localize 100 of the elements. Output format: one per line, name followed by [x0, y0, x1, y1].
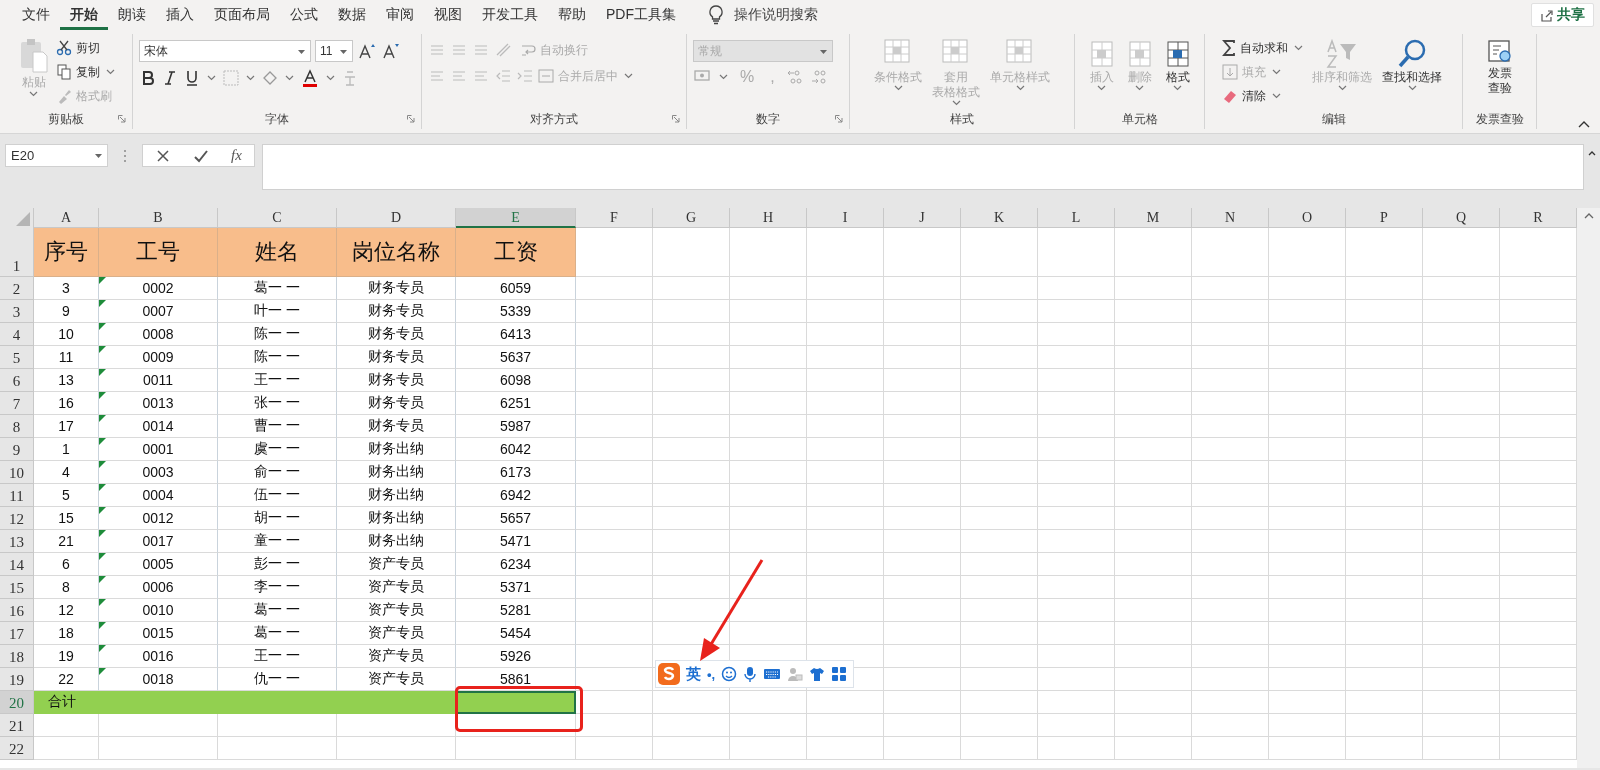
chevron-down-icon[interactable]: [29, 91, 38, 97]
share-button[interactable]: 共享: [1531, 3, 1594, 27]
autosum-button[interactable]: 自动求和: [1222, 38, 1305, 58]
column-header[interactable]: J: [884, 208, 961, 228]
row-header[interactable]: 20: [0, 691, 34, 714]
chevron-down-icon[interactable]: [285, 75, 294, 81]
column-header[interactable]: I: [807, 208, 884, 228]
row-header[interactable]: 19: [0, 668, 34, 691]
dropdown-arrow-icon[interactable]: [298, 50, 305, 54]
ribbon-tab[interactable]: 公式: [280, 0, 328, 30]
chevron-down-icon[interactable]: [246, 75, 255, 81]
column-header[interactable]: O: [1269, 208, 1346, 228]
close-icon[interactable]: [155, 147, 171, 164]
chevron-down-icon[interactable]: [326, 75, 335, 81]
punctuation-button[interactable]: •,: [707, 666, 716, 682]
column-header[interactable]: L: [1038, 208, 1115, 228]
drag-handle-icon[interactable]: [122, 148, 128, 164]
clear-button[interactable]: 清除: [1222, 86, 1305, 106]
search-field[interactable]: 操作说明搜索: [734, 6, 818, 24]
row-header[interactable]: 10: [0, 461, 34, 484]
row-header[interactable]: 22: [0, 737, 34, 760]
chevron-down-icon[interactable]: [1337, 85, 1347, 91]
column-header[interactable]: F: [576, 208, 653, 228]
dialog-launcher-icon[interactable]: [118, 115, 126, 123]
invoice-check-button[interactable]: 发票 查验: [1482, 34, 1517, 96]
grid-icon[interactable]: [831, 666, 848, 682]
row-header[interactable]: 21: [0, 714, 34, 737]
chevron-down-icon[interactable]: [1294, 45, 1303, 51]
column-header[interactable]: H: [730, 208, 807, 228]
font-size-field[interactable]: 11: [315, 40, 353, 62]
row-header[interactable]: 4: [0, 323, 34, 346]
dropdown-arrow-icon[interactable]: [95, 154, 102, 158]
ribbon-tab[interactable]: 审阅: [376, 0, 424, 30]
cells-button[interactable]: 格式: [1160, 34, 1195, 91]
row-header[interactable]: 9: [0, 438, 34, 461]
row-header[interactable]: 3: [0, 300, 34, 323]
formula-input-field[interactable]: [261, 144, 1584, 190]
font-color-icon[interactable]: [300, 68, 320, 88]
row-header[interactable]: 2: [0, 277, 34, 300]
find-select-button[interactable]: 查找和选择: [1379, 34, 1445, 91]
chevron-down-icon[interactable]: [1407, 85, 1417, 91]
row-header[interactable]: 18: [0, 645, 34, 668]
font-name-field[interactable]: 宋体: [139, 40, 311, 62]
collapse-ribbon-icon[interactable]: [1578, 119, 1590, 129]
table-cell: 17: [34, 415, 99, 438]
column-header[interactable]: M: [1115, 208, 1192, 228]
dialog-launcher-icon[interactable]: [835, 115, 843, 123]
chevron-down-icon[interactable]: [1272, 69, 1281, 75]
dropdown-arrow-icon[interactable]: [820, 50, 827, 54]
row-header[interactable]: 12: [0, 507, 34, 530]
name-box[interactable]: E20: [5, 144, 108, 167]
ribbon-tab[interactable]: 视图: [424, 0, 472, 30]
row-header[interactable]: 5: [0, 346, 34, 369]
chevron-down-icon[interactable]: [1173, 85, 1182, 91]
row-header[interactable]: 17: [0, 622, 34, 645]
dialog-launcher-icon[interactable]: [407, 115, 415, 123]
dialog-launcher-icon[interactable]: [672, 115, 680, 123]
ribbon-tab[interactable]: 帮助: [548, 0, 596, 30]
smiley-icon[interactable]: [721, 666, 738, 682]
vertical-scrollbar[interactable]: [1577, 208, 1600, 768]
shrink-font-icon[interactable]: [381, 41, 401, 61]
cut-button[interactable]: 剪切: [55, 38, 117, 58]
row-header[interactable]: 15: [0, 576, 34, 599]
insert-function-button[interactable]: fx: [231, 147, 242, 164]
chevron-down-icon[interactable]: [105, 69, 115, 75]
scroll-up-icon[interactable]: [1583, 212, 1594, 220]
row-header[interactable]: 1: [0, 228, 34, 277]
dropdown-arrow-icon[interactable]: [340, 50, 347, 54]
copy-button[interactable]: 复制: [55, 62, 117, 82]
copy-icon: [55, 64, 72, 80]
chevron-down-icon[interactable]: [1272, 93, 1281, 99]
column-header[interactable]: Q: [1423, 208, 1500, 228]
column-header[interactable]: K: [961, 208, 1038, 228]
ribbon-tab[interactable]: 数据: [328, 0, 376, 30]
row-header[interactable]: 16: [0, 599, 34, 622]
language-mode-button[interactable]: 英: [686, 664, 701, 684]
keyboard-icon[interactable]: [763, 667, 782, 681]
ribbon-tab[interactable]: 页面布局: [204, 0, 280, 30]
ribbon-tab[interactable]: PDF工具集: [596, 0, 686, 30]
column-header[interactable]: P: [1346, 208, 1423, 228]
chevron-down-icon[interactable]: [207, 75, 216, 81]
row-header[interactable]: 14: [0, 553, 34, 576]
row-header[interactable]: 11: [0, 484, 34, 507]
row-header[interactable]: 7: [0, 392, 34, 415]
ribbon-tab[interactable]: 朗读: [108, 0, 156, 30]
table-cell: 0010: [99, 599, 218, 622]
fill-bucket-icon[interactable]: [261, 69, 279, 87]
column-header[interactable]: G: [653, 208, 730, 228]
chevron-down-icon[interactable]: [719, 74, 728, 80]
ribbon-tab[interactable]: 插入: [156, 0, 204, 30]
column-header[interactable]: E: [456, 208, 576, 228]
row-header[interactable]: 13: [0, 530, 34, 553]
row-header[interactable]: 8: [0, 415, 34, 438]
column-header[interactable]: N: [1192, 208, 1269, 228]
ribbon-tab[interactable]: 文件: [12, 0, 60, 30]
microphone-icon[interactable]: [743, 666, 758, 682]
row-header[interactable]: 6: [0, 369, 34, 392]
ribbon-tab[interactable]: 开发工具: [472, 0, 548, 30]
chevron-down-icon[interactable]: [624, 73, 633, 79]
shirt-icon[interactable]: [809, 666, 826, 682]
